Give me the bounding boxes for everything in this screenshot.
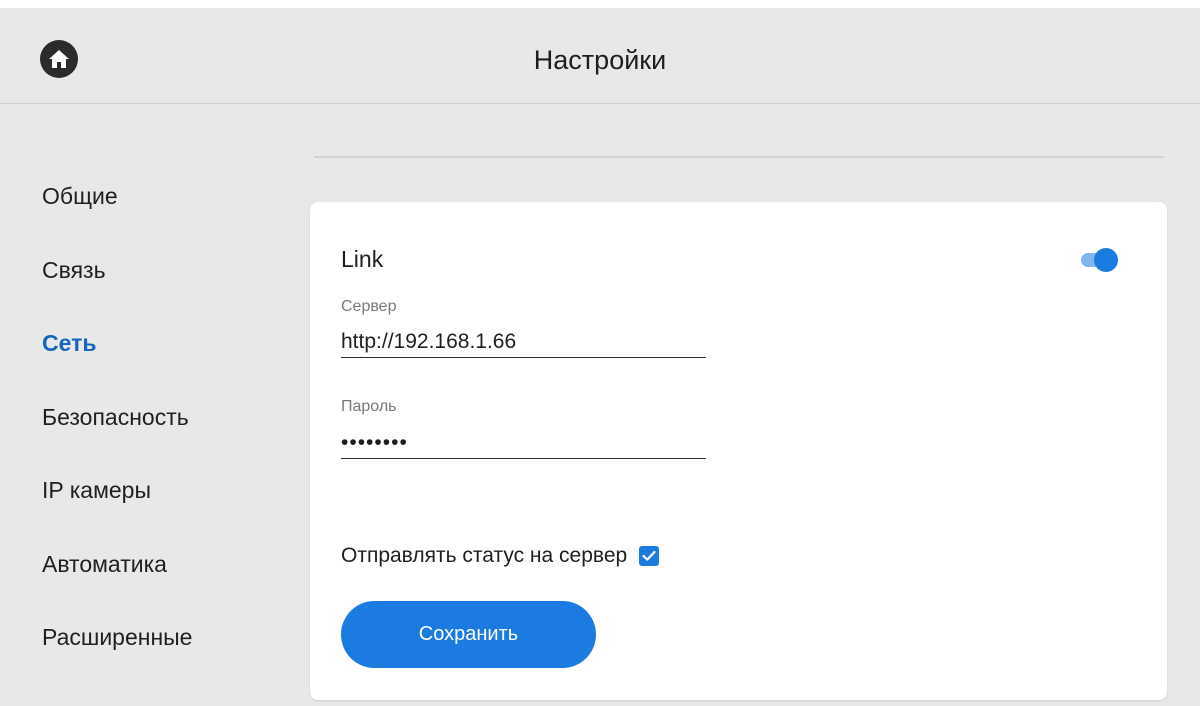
send-status-label: Отправлять статус на сервер xyxy=(341,544,628,567)
settings-screen: Настройки Общие Связь Сеть Безопасность … xyxy=(0,8,1200,706)
section-divider xyxy=(314,156,1164,158)
link-toggle[interactable] xyxy=(1081,248,1119,272)
sidebar-item-security[interactable]: Безопасность xyxy=(42,397,282,471)
home-icon xyxy=(49,50,69,68)
link-title: Link xyxy=(341,246,384,272)
sidebar-item-communication[interactable]: Связь xyxy=(42,250,282,324)
server-label: Сервер xyxy=(341,298,397,315)
password-label: Пароль xyxy=(341,398,397,415)
server-input[interactable] xyxy=(341,327,706,358)
sidebar-item-general[interactable]: Общие xyxy=(42,176,282,250)
send-status-checkbox[interactable] xyxy=(639,546,660,566)
save-button[interactable]: Сохранить xyxy=(341,601,596,668)
toggle-knob xyxy=(1094,248,1118,272)
sidebar-item-ip-cameras[interactable]: IP камеры xyxy=(42,470,282,544)
send-status-row: Отправлять статус на сервер xyxy=(341,540,660,572)
home-button[interactable] xyxy=(40,40,78,78)
page-title: Настройки xyxy=(533,45,667,75)
password-input[interactable] xyxy=(341,428,706,459)
link-settings-card: Link Сервер Пароль Отправлять статус на … xyxy=(310,202,1167,700)
checkmark-icon xyxy=(642,550,656,561)
top-bar: Настройки xyxy=(0,8,1200,104)
sidebar-item-network[interactable]: Сеть xyxy=(42,323,282,397)
sidebar-item-automation[interactable]: Автоматика xyxy=(42,544,282,618)
sidebar-item-advanced[interactable]: Расширенные xyxy=(42,617,282,691)
settings-sidebar: Общие Связь Сеть Безопасность IP камеры … xyxy=(42,176,282,691)
